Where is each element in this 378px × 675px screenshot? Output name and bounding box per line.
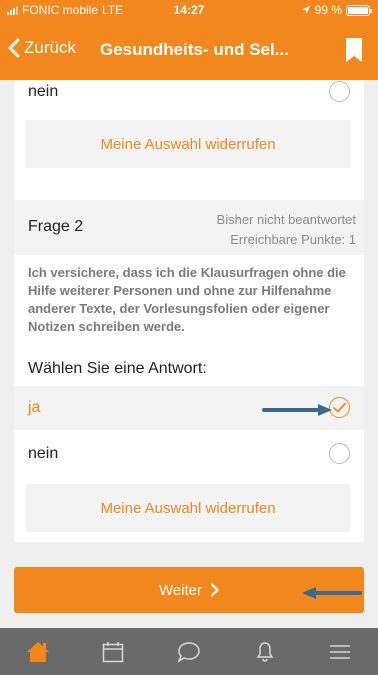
bell-icon [256,641,273,662]
content-area: nein Meine Auswahl widerrufen Frage 2 Bi… [0,80,378,628]
bookmark-icon[interactable] [346,38,362,62]
question-meta: Bisher nicht beantwortet Erreichbare Pun… [217,210,356,250]
answer-option-nein[interactable]: nein [14,80,364,114]
tab-home[interactable] [0,628,76,675]
withdraw-selection-button[interactable]: Meine Auswahl widerrufen [26,484,350,532]
tab-chat[interactable] [151,628,227,675]
radio-button[interactable] [329,443,350,464]
chevron-right-icon [210,583,219,597]
tab-menu[interactable] [302,628,378,675]
question-title: Frage 2 [28,218,84,235]
question-header: Frage 2 Bisher nicht beantwortet Erreich… [14,200,364,255]
home-icon [26,641,49,662]
question-text: Ich versichere, dass ich die Klausurfrag… [28,265,346,334]
withdraw-selection-button[interactable]: Meine Auswahl widerrufen [26,120,350,168]
chevron-left-icon [8,38,20,58]
page-title: Gesundheits- und Sel... [100,40,289,59]
back-label: Zurück [24,38,76,57]
nav-bar: Zurück Gesundheits- und Sel... [0,20,378,80]
battery-percent: 99 % [314,3,342,17]
chat-icon [177,641,200,663]
status-bar: FONIC mobile LTE 14:27 99 % [0,0,378,20]
back-button[interactable]: Zurück [8,38,76,58]
answer-status: Bisher nicht beantwortet [216,212,356,227]
tab-calendar[interactable] [76,628,152,675]
tab-bar [0,628,378,675]
question-card-2: Frage 2 Bisher nicht beantwortet Erreich… [14,200,364,542]
calendar-icon [103,641,124,662]
location-icon [301,6,310,14]
option-label: ja [28,399,41,416]
answer-prompt: Wählen Sie eine Antwort: [28,360,207,377]
annotation-arrow-right [262,404,332,416]
annotation-arrow-left [302,587,362,599]
tab-notifications[interactable] [227,628,303,675]
radio-button[interactable] [329,81,350,102]
battery-icon [346,4,372,16]
option-label: nein [28,445,59,462]
next-label: Weiter [158,581,203,599]
menu-icon [330,644,351,659]
answer-option-nein[interactable]: nein [14,432,364,476]
option-label: nein [28,83,59,100]
achievable-points: Erreichbare Punkte: 1 [230,232,356,247]
status-right: 99 % [301,3,372,17]
checkmark-icon [333,402,346,413]
